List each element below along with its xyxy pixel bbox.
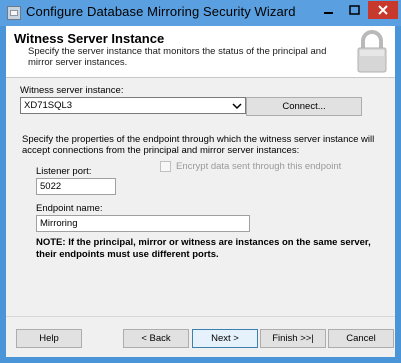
witness-server-dropdown[interactable]: XD71SQL3	[20, 97, 246, 114]
wizard-window: Configure Database Mirroring Security Wi…	[0, 0, 401, 363]
witness-server-value: XD71SQL3	[24, 100, 73, 111]
page-title: Witness Server Instance	[14, 31, 165, 46]
connect-button[interactable]: Connect...	[246, 97, 362, 116]
next-button[interactable]: Next >	[192, 329, 258, 348]
encrypt-data-checkbox[interactable]	[160, 161, 171, 172]
window-title: Configure Database Mirroring Security Wi…	[26, 4, 296, 19]
encrypt-data-label: Encrypt data sent through this endpoint	[176, 161, 342, 172]
wizard-app-icon	[7, 6, 21, 20]
ports-note: NOTE: If the principal, mirror or witnes…	[36, 237, 371, 260]
page-description: Specify the server instance that monitor…	[28, 46, 327, 68]
maximize-button[interactable]	[342, 1, 368, 19]
wizard-client-area: Witness Server Instance Specify the serv…	[6, 26, 395, 357]
witness-server-label: Witness server instance:	[20, 85, 124, 96]
listener-port-value: 5022	[40, 181, 62, 192]
endpoint-name-input[interactable]: Mirroring	[36, 215, 250, 232]
close-button[interactable]	[368, 1, 398, 19]
title-bar[interactable]: Configure Database Mirroring Security Wi…	[0, 0, 401, 26]
back-button[interactable]: < Back	[123, 329, 189, 348]
chevron-down-icon	[232, 103, 242, 110]
endpoint-name-value: Mirroring	[40, 218, 78, 229]
listener-port-label: Listener port:	[36, 166, 92, 177]
endpoint-name-label: Endpoint name:	[36, 203, 103, 214]
finish-button[interactable]: Finish >>|	[260, 329, 326, 348]
endpoint-instructions: Specify the properties of the endpoint t…	[22, 134, 375, 156]
padlock-icon	[357, 30, 387, 73]
listener-port-input[interactable]: 5022	[36, 178, 116, 195]
cancel-button[interactable]: Cancel	[328, 329, 394, 348]
minimize-button[interactable]	[316, 1, 342, 19]
page-header: Witness Server Instance Specify the serv…	[6, 26, 395, 78]
footer-divider	[6, 316, 395, 317]
help-button[interactable]: Help	[16, 329, 82, 348]
